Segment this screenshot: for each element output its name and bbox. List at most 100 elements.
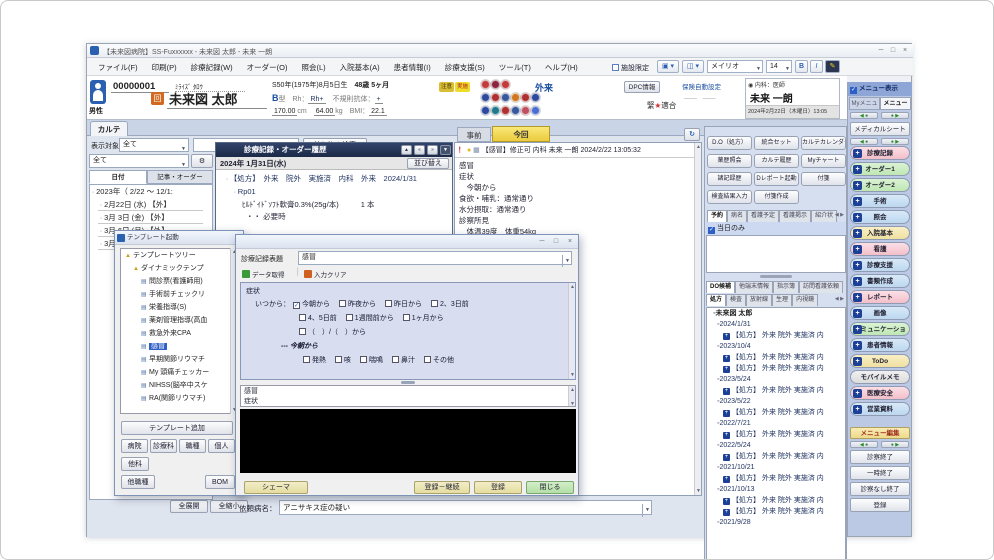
do-tree-date[interactable]: ◦2021/10/21 [707,462,845,473]
italic-button[interactable]: I [810,60,823,73]
prev-icon[interactable]: « [414,145,425,155]
splitter-grip[interactable] [760,275,792,278]
quick-button[interactable]: 統合セット [754,136,799,150]
bom-button[interactable]: BOM [205,475,235,489]
scroll-top-icon[interactable]: ▲ [401,145,412,155]
checkbox[interactable] [303,356,310,363]
tree-year[interactable]: ◦2023年（ 2/22 ～ 12/1: [90,185,212,198]
quick-button[interactable]: Myチャート [801,154,846,168]
register-button[interactable]: 登録 [474,481,522,494]
next-icon[interactable]: » [427,145,438,155]
expand-all-button[interactable]: 全展開 [170,500,208,513]
quick-button[interactable]: 付箋作成 [754,190,799,204]
alert-icon[interactable] [501,106,510,115]
category-button[interactable]: 個人 [208,439,235,453]
sidebar-item-画像[interactable]: +画像 [850,306,910,320]
dialog-minimize-icon[interactable]: ─ [536,236,548,247]
sidebar-item-ToDo[interactable]: +ToDo [850,354,910,368]
template-dialog-title-bar[interactable]: テンプレート起動 [115,231,243,245]
tab-article-order[interactable]: 記事・オーダー [147,170,213,184]
checkbox[interactable] [385,300,392,307]
do-tree-entry[interactable]: +【処方】 外来 院外 実施済 内 [707,506,845,517]
checkbox[interactable] [299,314,306,321]
refresh-icon[interactable]: ↻ [684,128,700,141]
quick-button[interactable]: Dレポート起動 [754,172,799,186]
do-tree-date[interactable]: ◦2023/5/24 [707,374,845,385]
do-tree-entry[interactable]: +【処方】 外来 院外 実施済 内 [707,495,845,506]
do-subtab[interactable]: 放射線 [746,294,772,306]
do-tab[interactable]: 指示簿 [773,281,799,293]
scroll-bottom-icon[interactable]: ▼ [440,145,451,155]
record-title-select[interactable]: 感冒 ▼ [298,251,572,265]
sidebar-item-診療記録[interactable]: +診療記録 [850,146,910,160]
do-candidate-tree[interactable]: ◦未来図 太郎◦2024/1/31+【処方】 外来 院外 実施済 内◦2023/… [706,307,846,560]
alert-icon[interactable] [481,106,490,115]
tab-my-menu[interactable]: Myメニュー [849,97,880,110]
checkbox[interactable] [403,314,410,321]
template-tree-item[interactable]: ▤薬剤管理指導(高血 [121,314,237,327]
sidebar-item-看護[interactable]: +看護 [850,242,910,256]
do-tree-entry[interactable]: +【処方】 外来 院外 実施済 内 [707,330,845,341]
sidebar-item-オーダー2[interactable]: +オーダー2 [850,178,910,192]
checkbox[interactable] [339,300,346,307]
menubar-item[interactable]: ヘルプ(H) [538,62,585,73]
quick-button[interactable]: 検査結果入力 [707,190,752,204]
template-tree-item[interactable]: ▤RA(関節リウマチ) [121,392,237,405]
record-title-chevron-icon[interactable]: ▼ [562,255,570,267]
do-tree-entry[interactable]: +【処方】 外来 院外 実施済 内 [707,363,845,374]
schema-button[interactable]: シェーマ [244,481,308,494]
bold-button[interactable]: B [795,60,808,73]
template-tree-item[interactable]: ▤感冒 [121,340,237,353]
do-tree-entry[interactable]: +【処方】 外来 院外 実施済 内 [707,352,845,363]
do-tree-date[interactable]: ◦2022/7/21 [707,418,845,429]
request-diagnosis-select[interactable]: アニサキス症の疑い ▼ [279,500,652,515]
sidebar-item-照会[interactable]: +照会 [850,210,910,224]
appointment-list[interactable] [706,235,846,273]
sidebar-item-レポート[interactable]: +レポート [850,290,910,304]
filter-select[interactable]: 全て▼ [119,138,189,152]
tab-date[interactable]: 日付 [89,170,147,184]
quick-button[interactable]: 付箋 [801,172,846,186]
template-tree-item[interactable]: ▤救急外来CPA [121,327,237,340]
do-subtab[interactable]: 生理 [772,294,792,306]
alert-icon[interactable] [521,106,530,115]
history-content[interactable]: ◦ 【処方】 外来 院外 実施済 内科 外来 2024/1/31 ◦ Rp01 … [216,170,452,223]
sidebar-footer-button[interactable]: 登録 [850,498,910,512]
menubar-item[interactable]: 印刷(P) [145,62,184,73]
alert-icon[interactable] [531,93,540,102]
template-tree-item[interactable]: ▤栄養指導(S) [121,301,237,314]
checkbox[interactable] [335,356,342,363]
font-select[interactable]: メイリオ▼ [707,60,763,73]
sidebar-footer-button[interactable]: 一時終了 [850,466,910,480]
pen-tool-icon[interactable]: ✎ [825,60,840,73]
menu-display-checkbox[interactable]: ✓ [850,87,857,94]
scroll-up-bar[interactable]: ◀ ● [850,112,878,119]
template-tree-item[interactable]: ▤早期関節リウマチ [121,353,237,366]
quick-button[interactable]: 薬歴照会 [707,154,752,168]
sidebar-item-診療支援[interactable]: +診療支援 [850,258,910,272]
quick-button[interactable]: 諸記録歴 [707,172,752,186]
category-button[interactable]: 診療科 [150,439,177,453]
data-fetch-button[interactable]: データ取得 [242,269,285,279]
quick-button[interactable]: カルテカレンダー [801,136,846,150]
dialog-splitter-grip[interactable] [401,381,415,384]
do-tree-date[interactable]: ◦2022/5/24 [707,440,845,451]
template-tree[interactable]: ▲テンプレートツリー▲ダイナミックテンプ▤問診票(看護師用)▤手術前チェックリ▤… [120,248,238,414]
checkbox[interactable]: ✓ [293,302,300,309]
template-tree-item[interactable]: ▤問診票(看護師用) [121,275,237,288]
sidebar-item-手術[interactable]: +手術 [850,194,910,208]
pager-left-bar[interactable]: ◀ ● [850,138,878,145]
tree-date-item[interactable]: ◦2月22日 (水) 【外】 [98,198,203,211]
quick-tab[interactable]: 看護掲示 [779,210,811,222]
sidebar-item-コミュニケーション[interactable]: +コミュニケーション [850,322,910,336]
dialog-maximize-icon[interactable]: □ [550,236,562,247]
alert-icon[interactable] [491,80,500,89]
dialog-body-vscroll[interactable]: ▲▼ [568,283,575,379]
quick-tab[interactable]: 予約 [707,210,727,222]
alert-icon[interactable] [501,80,510,89]
minimize-button[interactable]: ─ [875,45,887,56]
sidebar-item-患者情報[interactable]: +患者情報 [850,338,910,352]
menu-edit-button[interactable]: メニュー編集 [850,427,910,439]
checkbox[interactable] [346,314,353,321]
do-tree-patient[interactable]: ◦未来図 太郎 [707,308,845,319]
